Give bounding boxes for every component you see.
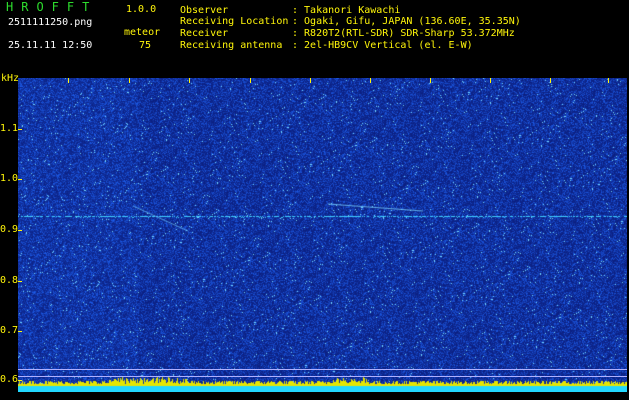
top-axis-ticks [68, 78, 609, 83]
antenna-label: Receiving antenna [180, 40, 283, 51]
y-tick-label: 1.0 [0, 173, 19, 184]
y-tick-label: 0.7 [0, 325, 19, 336]
y-tick-label: 0.8 [0, 275, 19, 286]
file-name: 2511111250.png [8, 17, 93, 28]
y-tick-label: 0.9 [0, 224, 19, 235]
spectrogram-panel [18, 78, 627, 392]
y-tick-label: 1.1 [0, 123, 19, 134]
app-title: HROFFT [6, 0, 98, 14]
app-version: 1.0.0 [126, 4, 157, 15]
antenna-value: : 2el-HB9CV Vertical (el. E-W) [292, 40, 473, 51]
file-datetime: 25.11.11 12:50 [8, 40, 93, 51]
y-tick-label: 0.6 [0, 374, 19, 385]
left-axis-ticks [18, 129, 22, 381]
observer-value: : Takanori Kawachi [292, 5, 401, 16]
location-value: : Ogaki, Gifu, JAPAN (136.60E, 35.35N) [292, 16, 521, 27]
y-axis-unit: kHz [1, 73, 20, 84]
observer-label: Observer [180, 5, 229, 16]
detection-count: 75 [139, 40, 152, 51]
receiver-label: Receiver [180, 28, 229, 39]
spectrogram-overlay [18, 78, 627, 381]
receiver-value: : R820T2(RTL-SDR) SDR-Sharp 53.372MHz [292, 28, 515, 39]
detection-type: meteor [124, 27, 161, 38]
location-label: Receiving Location [180, 16, 289, 27]
